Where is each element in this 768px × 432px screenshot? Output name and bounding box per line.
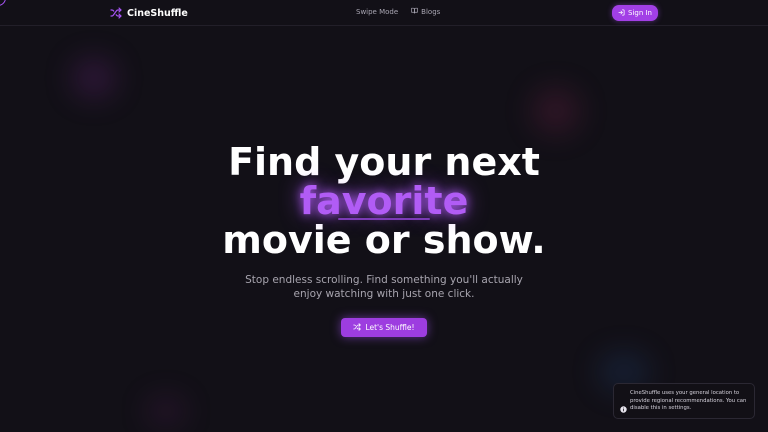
shuffle-icon: [110, 4, 122, 23]
headline-highlight-text: favorite: [299, 179, 469, 223]
headline-highlight: favorite: [300, 182, 469, 221]
highlight-underline: [337, 218, 431, 220]
nav-swipe-mode[interactable]: Swipe Mode: [356, 8, 398, 16]
ambient-glow: [146, 396, 186, 426]
nav-blogs[interactable]: Blogs: [411, 7, 440, 16]
brand-logo-link[interactable]: CineShuffle: [110, 5, 188, 21]
shuffle-icon: [353, 322, 362, 333]
nav-blogs-label: Blogs: [421, 7, 441, 16]
headline-line-3: movie or show.: [222, 218, 546, 262]
top-navbar: CineShuffle Swipe Mode Blogs Sign In: [0, 0, 768, 26]
toast-message: CineShuffle uses your general location t…: [630, 390, 747, 412]
shuffle-button[interactable]: Let's Shuffle!: [341, 318, 427, 337]
brand-name: CineShuffle: [127, 7, 188, 19]
hero-section: Find your next favorite movie or show.: [0, 143, 768, 260]
main-nav: Swipe Mode Blogs: [356, 7, 440, 16]
hero-subtitle: Stop endless scrolling. Find something y…: [245, 274, 523, 300]
location-toast: CineShuffle uses your general location t…: [613, 383, 755, 419]
hero-headline: Find your next favorite movie or show.: [0, 143, 768, 260]
ambient-glow: [532, 88, 580, 134]
sign-in-button[interactable]: Sign In: [612, 5, 658, 21]
book-icon: [411, 7, 418, 16]
info-icon: [620, 398, 627, 417]
nav-swipe-mode-label: Swipe Mode: [356, 7, 399, 16]
ambient-glow: [72, 58, 116, 98]
headline-line-1: Find your next: [228, 140, 540, 184]
sign-in-label: Sign In: [628, 9, 652, 17]
shuffle-button-label: Let's Shuffle!: [365, 323, 415, 332]
login-icon: [618, 8, 625, 18]
